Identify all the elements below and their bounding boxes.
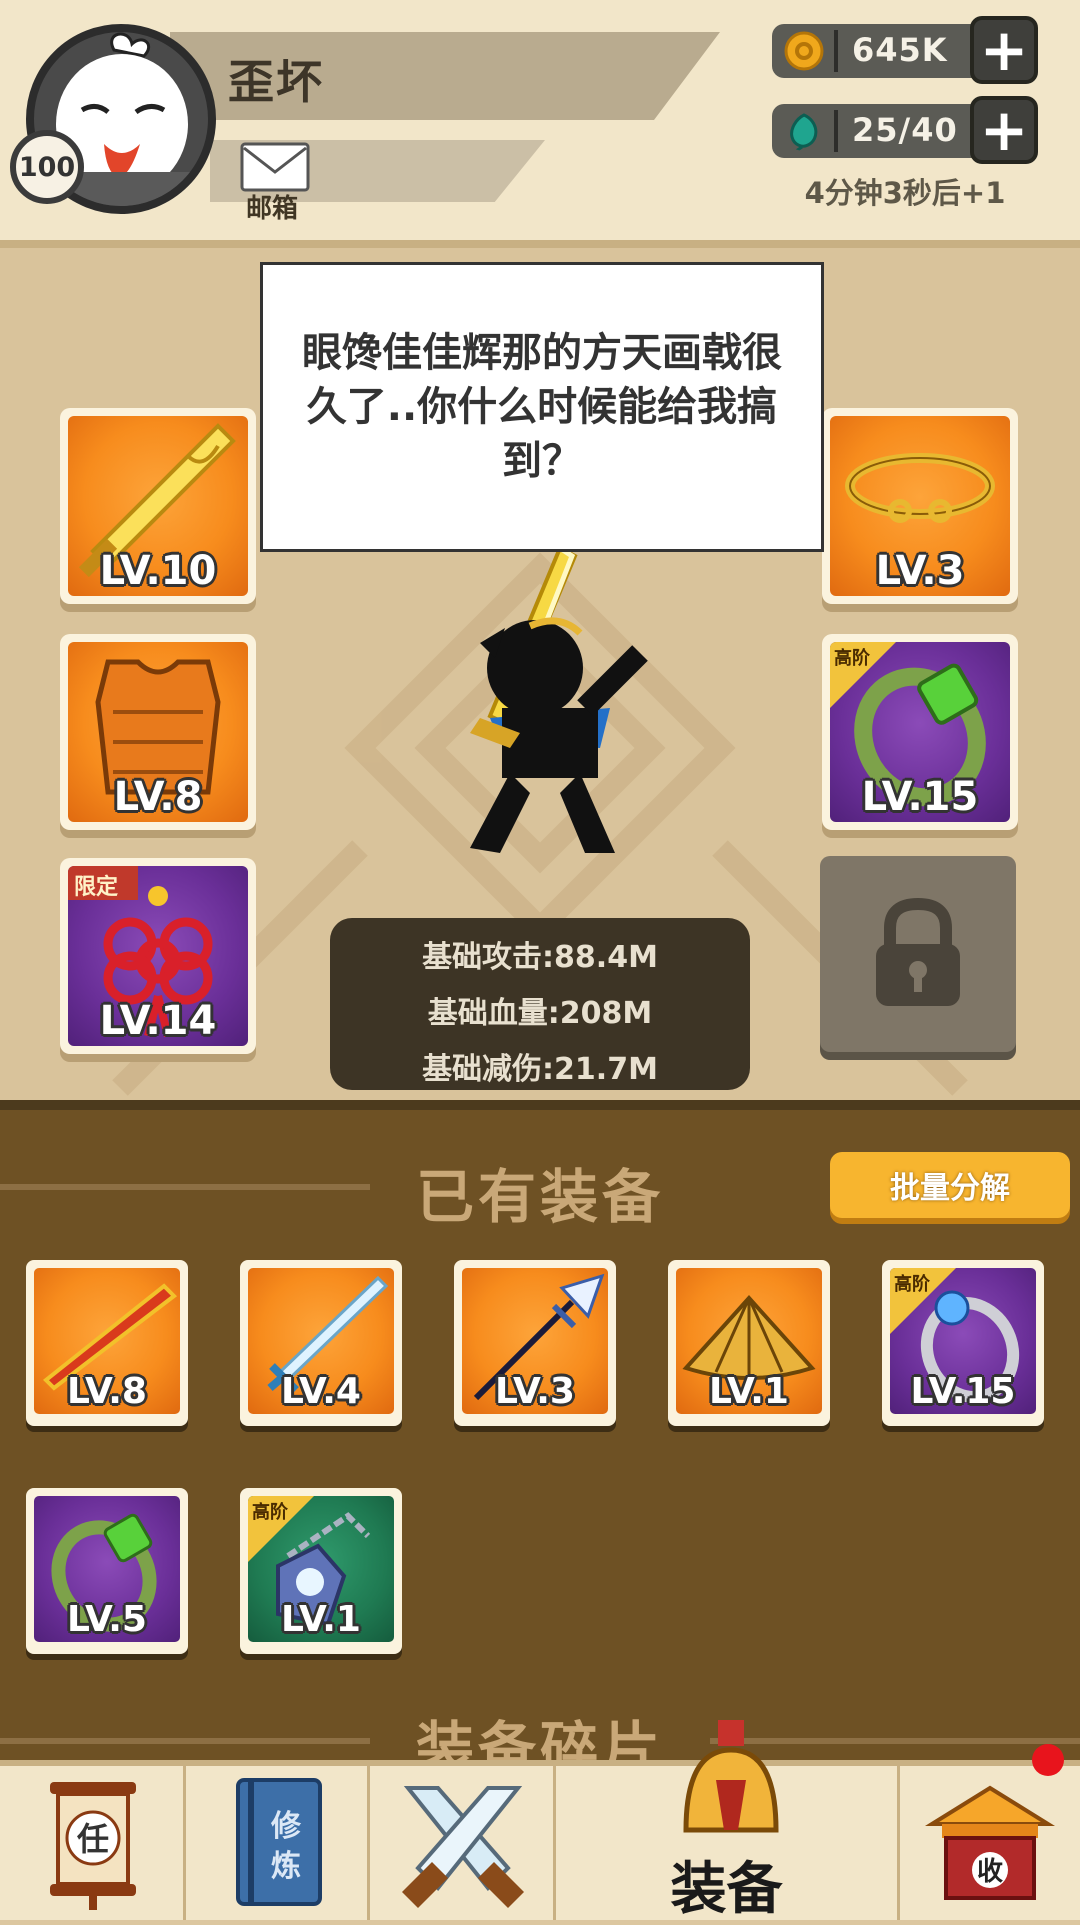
add-gold-button[interactable]: +: [970, 16, 1038, 84]
envelope-icon: [240, 142, 310, 192]
dialog-text: 眼馋佳佳辉那的方天画戟很久了..你什么时候能给我搞到？: [302, 330, 782, 484]
nav-training[interactable]: 修 炼: [186, 1766, 370, 1920]
item-level: LV.4: [281, 1371, 361, 1412]
stat-hp: 基础血量:208M: [427, 996, 653, 1031]
nav-tasks[interactable]: 任: [0, 1766, 186, 1920]
nav-battle[interactable]: [370, 1766, 556, 1920]
headband-slot-bg: LV.3: [830, 416, 1010, 596]
item-level: LV.3: [495, 1371, 575, 1412]
item-level: LV.8: [67, 1371, 147, 1412]
inventory-item-halberd[interactable]: LV.3: [454, 1260, 616, 1426]
advanced-tag-label: 高阶: [834, 648, 870, 669]
add-energy-button[interactable]: +: [970, 96, 1038, 164]
item-level: LV.15: [910, 1371, 1016, 1412]
divider: [834, 30, 838, 72]
weapon-slot-bg: LV.10: [68, 416, 248, 596]
collect-glyph: 收: [977, 1857, 1003, 1887]
headband-slot[interactable]: LV.3: [822, 408, 1018, 604]
accessory-level: LV.14: [99, 998, 217, 1044]
ring-level: LV.15: [861, 774, 979, 820]
item-bg: LV.4: [248, 1268, 394, 1414]
shards-rule-left: [0, 1738, 370, 1744]
ring-slot[interactable]: 高阶 LV.15: [822, 634, 1018, 830]
mailbox-button[interactable]: 邮箱: [230, 140, 314, 224]
advanced-tag-label: 高阶: [252, 1502, 288, 1523]
player-name: 歪坏: [228, 55, 324, 109]
speech-dialog[interactable]: 眼馋佳佳辉那的方天画戟很久了..你什么时候能给我搞到？: [260, 262, 824, 552]
locked-slot[interactable]: [820, 856, 1016, 1052]
weapon-slot[interactable]: LV.10: [60, 408, 256, 604]
item-bg: LV.3: [462, 1268, 608, 1414]
training-book-icon: 修 炼: [236, 1778, 322, 1906]
weapon-level: LV.10: [99, 548, 217, 594]
inventory-item-staff[interactable]: LV.8: [26, 1260, 188, 1426]
crossed-swords-icon: [402, 1786, 524, 1908]
accessory-slot[interactable]: 限定 LV.14: [60, 858, 256, 1054]
item-bg: 高阶 LV.15: [890, 1268, 1036, 1414]
advanced-tag-label: 高阶: [894, 1274, 930, 1295]
accessory-slot-bg: 限定 LV.14: [68, 866, 248, 1046]
inventory-item-sword[interactable]: LV.4: [240, 1260, 402, 1426]
armor-level: LV.8: [113, 774, 203, 820]
item-level: LV.5: [67, 1599, 147, 1640]
inventory-item-hat[interactable]: LV.1: [668, 1260, 830, 1426]
train-glyph-2: 炼: [271, 1849, 301, 1884]
lock-icon: [876, 897, 960, 1006]
item-bg: 高阶 LV.1: [248, 1496, 394, 1642]
task-glyph: 任: [77, 1820, 109, 1858]
item-level: LV.1: [281, 1599, 361, 1640]
limited-tag-label: 限定: [74, 875, 119, 900]
headband-level: LV.3: [875, 548, 965, 594]
title-rule-left: [0, 1184, 370, 1190]
energy-timer: 4分钟3秒后+1: [804, 176, 1006, 210]
item-level: LV.1: [709, 1371, 789, 1412]
bottom-nav: 任 修 炼 装备 收: [0, 1720, 1080, 1922]
item-bg: LV.5: [34, 1496, 180, 1642]
stat-reduction: 基础减伤:21.7M: [422, 1052, 658, 1087]
stats-panel: 基础攻击:88.4M 基础血量:208M 基础减伤:21.7M: [330, 918, 750, 1090]
inventory-item-amulet[interactable]: 高阶 LV.1: [240, 1488, 402, 1654]
nav-equipment-label: 装备: [670, 1857, 783, 1922]
shop-building-icon: 收: [924, 1785, 1056, 1900]
nav-equipment[interactable]: 装备: [556, 1720, 900, 1922]
scroll-task-icon: 任: [50, 1782, 136, 1910]
coin-icon: [784, 31, 824, 71]
stickman-character: [470, 548, 648, 853]
notification-dot: [1032, 1744, 1064, 1776]
stat-attack: 基础攻击:88.4M: [422, 940, 658, 975]
helmet-icon: [683, 1720, 779, 1833]
owned-equipment-title: 已有装备: [415, 1163, 664, 1231]
energy-amount: 25/40: [852, 111, 958, 149]
inventory-item-jade-ring[interactable]: LV.5: [26, 1488, 188, 1654]
item-bg: LV.1: [676, 1268, 822, 1414]
limited-tag: 限定: [68, 866, 138, 900]
train-glyph-1: 修: [270, 1809, 302, 1844]
gold-amount: 645K: [852, 31, 948, 69]
mailbox-label: 邮箱: [245, 194, 298, 224]
player-level-badge: 100: [10, 130, 84, 204]
inventory-item-orb-ring[interactable]: 高阶 LV.15: [882, 1260, 1044, 1426]
armor-slot[interactable]: LV.8: [60, 634, 256, 830]
nav-collect[interactable]: 收: [900, 1766, 1080, 1920]
item-bg: LV.8: [34, 1268, 180, 1414]
bulk-dismantle-button[interactable]: 批量分解: [830, 1152, 1070, 1218]
ring-slot-bg: 高阶 LV.15: [830, 642, 1010, 822]
armor-slot-bg: LV.8: [68, 642, 248, 822]
divider: [834, 110, 838, 152]
energy-drop-icon: [790, 113, 818, 151]
